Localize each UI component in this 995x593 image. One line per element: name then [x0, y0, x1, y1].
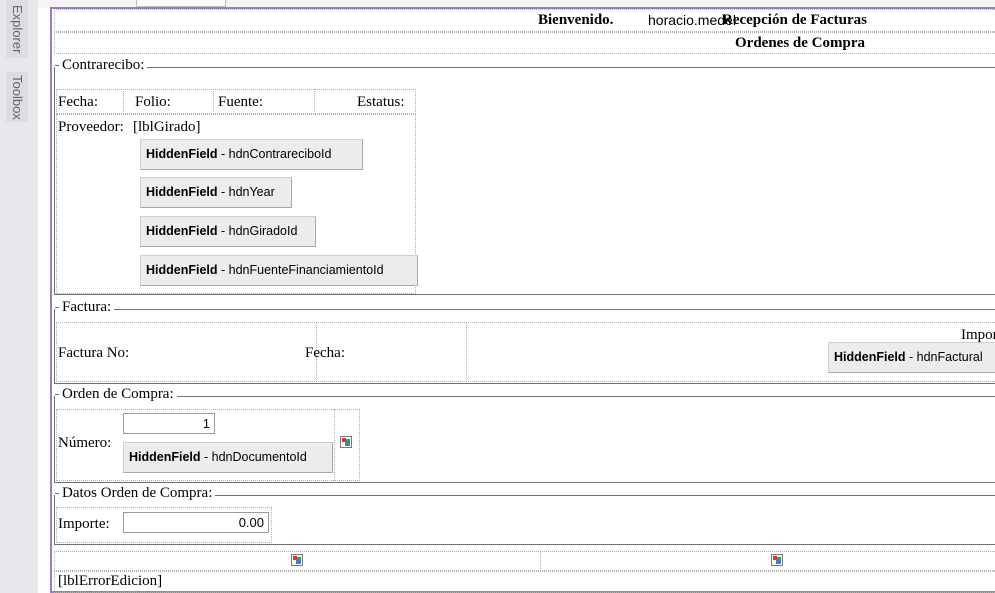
hidden-field-girado-id[interactable]: HiddenField - hdnGiradoId	[140, 216, 316, 247]
tab-stub[interactable]	[136, 0, 226, 7]
side-panel: Explorer Toolbox	[0, 0, 38, 593]
hidden-field-name: - hdnFuenteFinanciamientoId	[217, 263, 384, 277]
proveedor-label: Proveedor:	[58, 119, 124, 135]
contrarecibo-legend: Contrarecibo:	[55, 57, 148, 74]
cell-divider	[314, 89, 315, 114]
hidden-field-type: HiddenField	[129, 450, 201, 464]
hidden-field-name: - hdnContrareciboId	[217, 147, 332, 161]
orden-compra-legend: Orden de Compra:	[55, 386, 177, 403]
hidden-field-contrarecibo-id[interactable]: HiddenField - hdnContrareciboId	[140, 139, 363, 170]
datos-orden-legend: Datos Orden de Compra:	[55, 485, 216, 502]
estatus-label: Estatus:	[357, 94, 405, 110]
hidden-field-type: HiddenField	[146, 263, 218, 277]
numero-label: Número:	[58, 435, 112, 451]
hidden-field-name: - hdnDocumentoId	[200, 450, 307, 464]
cell-divider	[213, 89, 214, 114]
hidden-field-factura-id[interactable]: HiddenField - hdnFactural	[828, 342, 995, 373]
hidden-field-name: - hdnYear	[217, 185, 275, 199]
page-subtitle: Ordenes de Compra	[735, 35, 865, 51]
hidden-field-year[interactable]: HiddenField - hdnYear	[140, 177, 292, 208]
tab-toolbox[interactable]: Toolbox	[6, 72, 28, 122]
numero-input[interactable]: 1	[123, 413, 215, 434]
importe-input[interactable]: 0.00	[123, 512, 269, 533]
save-image-button-icon[interactable]	[291, 554, 303, 566]
hidden-field-type: HiddenField	[146, 185, 218, 199]
hidden-field-type: HiddenField	[146, 224, 218, 238]
search-image-button-icon[interactable]	[340, 436, 352, 448]
hidden-field-documento-id[interactable]: HiddenField - hdnDocumentoId	[123, 442, 333, 473]
cell-divider	[123, 89, 124, 114]
cell-divider	[334, 409, 335, 481]
page-title: Recepción de Facturas	[722, 12, 867, 28]
hidden-field-type: HiddenField	[146, 147, 218, 161]
cancel-image-button-icon[interactable]	[771, 554, 783, 566]
cell-divider	[466, 322, 467, 382]
tab-explorer[interactable]: Explorer	[6, 0, 28, 58]
importe-label: Importe:	[58, 516, 110, 532]
cell-divider	[540, 551, 541, 571]
design-surface[interactable]: Bienvenido. horacio.medel Recepción de F…	[50, 7, 995, 593]
factura-no-label: Factura No:	[58, 345, 130, 361]
fecha-label: Fecha:	[58, 94, 98, 110]
actions-row	[54, 551, 995, 571]
factura-legend: Factura:	[55, 299, 115, 316]
error-row	[54, 571, 995, 593]
factura-fecha-label: Fecha:	[305, 345, 345, 361]
proveedor-value: [lblGirado]	[133, 119, 201, 135]
hidden-field-type: HiddenField	[834, 350, 906, 364]
hidden-field-name: - hdnGiradoId	[217, 224, 298, 238]
fuente-label: Fuente:	[218, 94, 263, 110]
folio-label: Folio:	[135, 94, 171, 110]
welcome-label: Bienvenido.	[538, 12, 614, 28]
hidden-field-name: - hdnFactural	[905, 350, 983, 364]
error-label: [lblErrorEdicion]	[58, 573, 163, 589]
hidden-field-fuente-financiamiento-id[interactable]: HiddenField - hdnFuenteFinanciamientoId	[140, 255, 418, 286]
